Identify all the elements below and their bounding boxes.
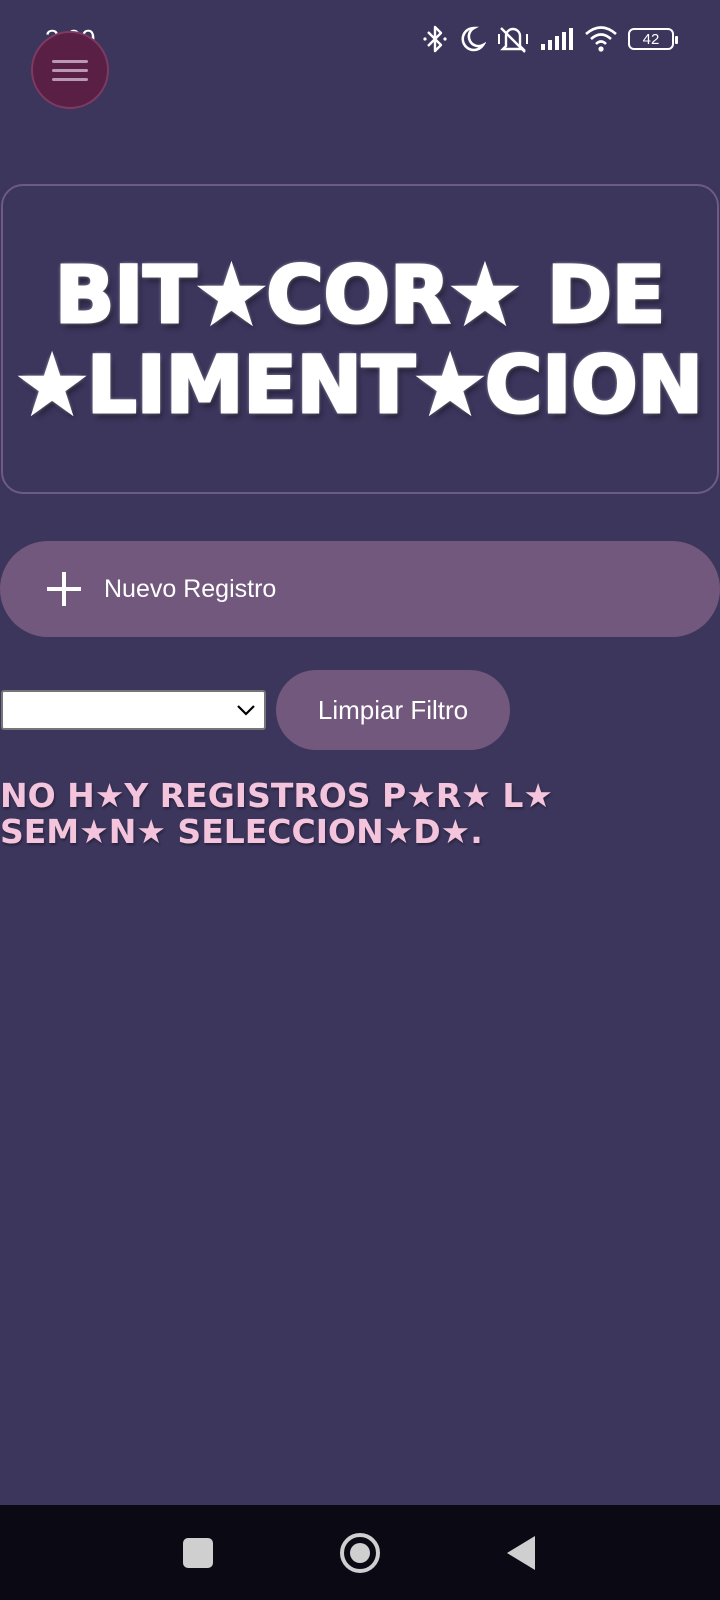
empty-state-message: NO H★Y REGISTROS P★R★ L★ SEM★N★ SELECCIO… [0, 776, 553, 851]
do-not-disturb-moon-icon [461, 26, 486, 52]
title-line-1: BIT★COR★ DE [53, 250, 666, 343]
clear-filter-button[interactable]: Limpiar Filtro [276, 670, 510, 750]
title-line-2: ★LIMENT★CION [16, 340, 705, 433]
signal-icon [541, 28, 573, 50]
battery-icon: 42 [628, 28, 678, 50]
chevron-down-icon [237, 705, 255, 716]
home-circle-icon[interactable] [340, 1533, 380, 1573]
bluetooth-icon [423, 25, 447, 53]
title-card: BIT★COR★ DE ★LIMENT★CION [1, 184, 719, 494]
new-record-label: Nuevo Registro [104, 574, 277, 603]
back-triangle-icon[interactable] [507, 1536, 535, 1570]
hamburger-line [52, 68, 88, 72]
battery-level: 42 [642, 30, 660, 48]
hamburger-menu-button[interactable] [31, 31, 109, 109]
week-filter-select[interactable] [1, 690, 266, 730]
vibrate-off-icon [498, 27, 528, 53]
wifi-icon [585, 26, 617, 52]
status-icons: 42 [422, 22, 678, 56]
hamburger-menu-icon [52, 59, 88, 63]
navigation-bar [0, 1505, 720, 1600]
page-title: BIT★COR★ DE ★LIMENT★CION [16, 247, 705, 433]
recents-square-icon[interactable] [183, 1538, 213, 1568]
new-record-button[interactable]: Nuevo Registro [0, 541, 720, 637]
hamburger-line [52, 77, 88, 81]
plus-icon [44, 569, 84, 609]
